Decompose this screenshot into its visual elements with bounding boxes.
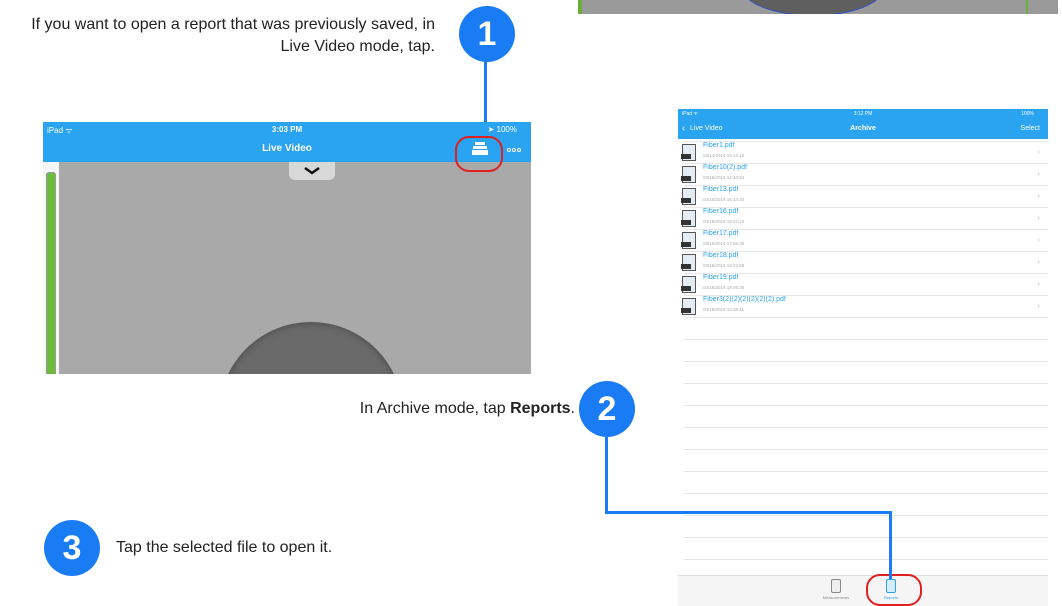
file-row[interactable]: Fiber19.pdf 03/16/2016 19:05:35 › [678, 273, 1048, 295]
pdf-file-icon [681, 254, 696, 271]
step2-callout-line-vertical [605, 437, 608, 513]
step3-text: Tap the selected file to open it. [116, 539, 333, 556]
list-divider [684, 471, 1048, 472]
file-name: Fiber3(2)(2)(2)(2)(2)(2).pdf [703, 296, 786, 303]
chevron-right-icon: › [1037, 257, 1040, 266]
pdf-file-icon [681, 166, 696, 183]
row-divider [684, 273, 1048, 274]
file-row[interactable]: Fiber17.pdf 03/16/2016 17:56:38 › [678, 229, 1048, 251]
tab-measurements[interactable]: Measurements [806, 579, 866, 600]
step2-text-suffix: . [570, 400, 575, 417]
pdf-file-icon [681, 276, 696, 293]
file-name: Fiber13.pdf [703, 186, 739, 193]
list-divider [684, 493, 1048, 494]
file-date: 03/15/2016 15:14:34 [703, 197, 745, 202]
file-date: 03/15/2016 14:40:54 [703, 175, 745, 180]
green-marker [1026, 0, 1028, 14]
archive-status-battery: 100% [1021, 111, 1034, 117]
pdf-file-icon [681, 298, 696, 315]
highlight-ring-archive [455, 136, 503, 172]
tab-bar: Measurements Reports [678, 575, 1048, 606]
file-name: Fiber16.pdf [703, 208, 739, 215]
fiber-image [219, 322, 403, 374]
level-sidebar [43, 162, 59, 374]
status-bar: iPad ᯤ 3:03 PM ➤ 100% [43, 122, 531, 138]
chevron-right-icon: › [1037, 301, 1040, 310]
file-date: 03/15/2016 14:38:11 [703, 307, 744, 312]
archive-status-bar: iPad ᯤ 3:12 PM 100% [678, 109, 1048, 121]
file-date: 03/14/2016 15:13:10 [703, 153, 745, 158]
file-name: Fiber17.pdf [703, 230, 739, 237]
row-divider [684, 163, 1048, 164]
list-divider [684, 427, 1048, 428]
level-bar [46, 172, 56, 374]
list-divider [684, 361, 1048, 362]
list-divider [684, 559, 1048, 560]
tab-measurements-label: Measurements [822, 595, 850, 600]
file-date: 03/15/2016 18:22:10 [703, 219, 745, 224]
file-date: 03/16/2016 18:22:58 [703, 263, 745, 268]
chevron-right-icon: › [1037, 235, 1040, 244]
select-button[interactable]: Select [1021, 125, 1040, 132]
row-divider [684, 295, 1048, 296]
file-row[interactable]: Fiber18.pdf 03/16/2016 18:22:58 › [678, 251, 1048, 273]
list-divider [684, 339, 1048, 340]
list-divider [684, 405, 1048, 406]
file-name: Fiber18.pdf [703, 252, 739, 259]
file-row[interactable]: Fiber13.pdf 03/15/2016 15:14:34 › [678, 185, 1048, 207]
list-divider [684, 383, 1048, 384]
step2-badge: 2 [579, 381, 635, 437]
status-time: 3:03 PM [271, 125, 303, 134]
file-date: 03/16/2016 17:56:38 [703, 241, 745, 246]
list-divider [684, 537, 1048, 538]
previous-screenshot-fragment [578, 0, 1058, 14]
file-date: 03/16/2016 19:05:35 [703, 285, 745, 290]
row-divider [684, 207, 1048, 208]
archive-status-time: 3:12 PM [853, 111, 873, 117]
file-row[interactable]: Fiber3(2)(2)(2)(2)(2)(2).pdf 03/15/2016 1… [678, 295, 1048, 317]
archive-title: Archive [850, 125, 876, 132]
file-name: Fiber19.pdf [703, 274, 739, 281]
pdf-file-icon [681, 188, 696, 205]
list-divider [684, 515, 1048, 516]
row-divider [684, 185, 1048, 186]
highlight-ring-reports [866, 574, 922, 606]
row-divider [684, 317, 1048, 318]
pdf-file-icon [681, 210, 696, 227]
chevron-right-icon: › [1037, 279, 1040, 288]
list-divider [684, 449, 1048, 450]
step1-text: If you want to open a report that was pr… [31, 16, 435, 55]
chevron-right-icon: › [1037, 213, 1040, 222]
file-row[interactable]: Fiber1.pdf 03/14/2016 15:13:10 › [678, 141, 1048, 163]
row-divider [684, 141, 1048, 142]
step1-badge: 1 [459, 6, 515, 62]
file-name: Fiber10(2).pdf [703, 164, 747, 171]
file-name: Fiber1.pdf [703, 142, 735, 149]
step2-text-bold: Reports [510, 400, 571, 417]
step2-callout-line-down [889, 511, 892, 579]
collapse-tab[interactable] [289, 162, 335, 180]
fiber-image-fragment [742, 0, 884, 14]
video-view[interactable] [59, 162, 531, 374]
archive-screenshot: iPad ᯤ 3:12 PM 100% ‹ Live Video Archive… [678, 109, 1048, 606]
row-divider [684, 229, 1048, 230]
step2-callout-line-horizontal [605, 511, 892, 514]
chevron-right-icon: › [1037, 191, 1040, 200]
status-battery: ➤ 100% [487, 125, 517, 134]
pdf-file-icon [681, 144, 696, 161]
pdf-file-icon [681, 232, 696, 249]
measurements-icon [831, 579, 841, 593]
step3-badge: 3 [44, 520, 100, 576]
file-row[interactable]: Fiber10(2).pdf 03/15/2016 14:40:54 › [678, 163, 1048, 185]
row-divider [684, 251, 1048, 252]
step2-text: In Archive mode, tap Reports. [265, 398, 575, 420]
chevron-right-icon: › [1037, 147, 1040, 156]
step2-text-prefix: In Archive mode, tap [359, 400, 511, 417]
chevron-right-icon: › [1037, 169, 1040, 178]
archive-nav-bar: ‹ Live Video Archive Select [678, 121, 1048, 139]
more-icon[interactable] [507, 148, 521, 152]
chevron-down-icon [304, 167, 320, 175]
file-row[interactable]: Fiber16.pdf 03/15/2016 18:22:10 › [678, 207, 1048, 229]
